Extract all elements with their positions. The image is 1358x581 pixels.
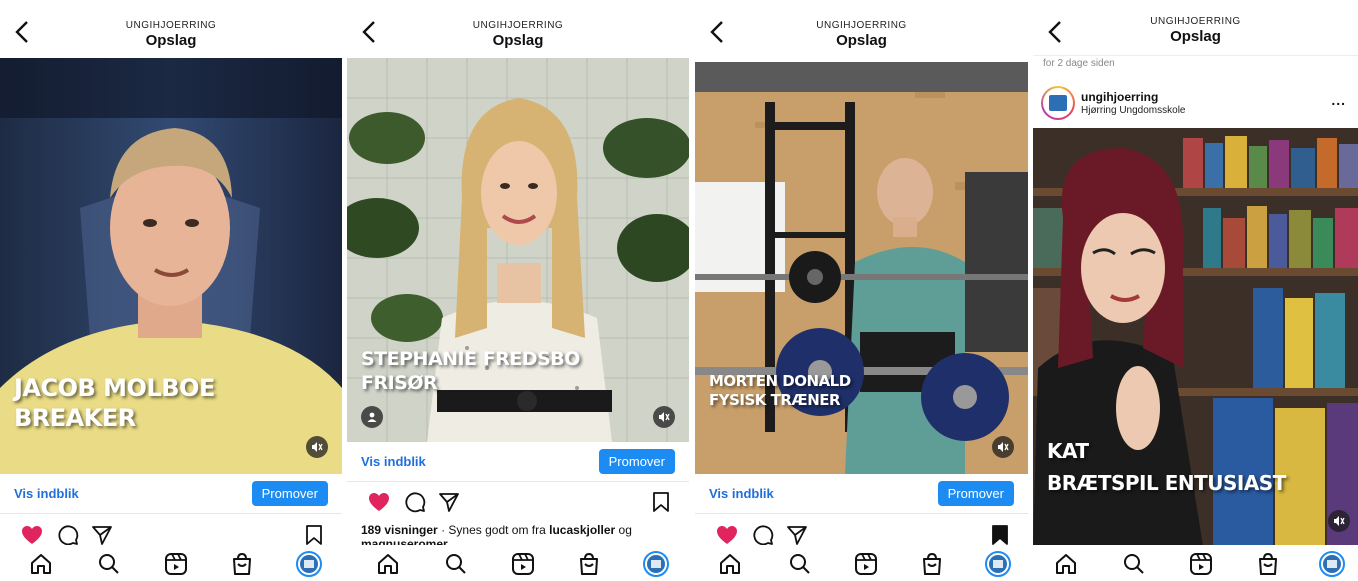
- insights-bar: Vis indblik Promover: [0, 474, 342, 514]
- search-icon[interactable]: [443, 551, 469, 577]
- account-name: UNGIHJOERRING: [125, 20, 217, 31]
- liker-link[interactable]: lucaskjoller: [549, 523, 615, 537]
- reel-video[interactable]: MORTEN DONALD FYSISK TRÆNER: [695, 62, 1028, 474]
- page-title: Opslag: [1170, 28, 1221, 45]
- bottom-nav: [695, 545, 1028, 581]
- caption-name: JACOB MOLBOE: [14, 374, 215, 402]
- more-icon[interactable]: ...: [1331, 92, 1346, 108]
- insights-bar: Vis indblik Promover: [347, 442, 689, 482]
- caption-name: STEPHANIE FREDSBO: [361, 348, 580, 370]
- view-insights-link[interactable]: Vis indblik: [709, 486, 774, 501]
- account-name: UNGIHJOERRING: [1150, 16, 1241, 27]
- page-title: Opslag: [836, 32, 887, 49]
- separator: ·: [441, 523, 446, 537]
- shop-icon[interactable]: [229, 551, 255, 577]
- home-icon[interactable]: [717, 551, 743, 577]
- shop-icon[interactable]: [1255, 551, 1281, 577]
- bottom-nav: [1033, 545, 1358, 581]
- reels-icon[interactable]: [1188, 551, 1214, 577]
- view-insights-link[interactable]: Vis indblik: [14, 486, 79, 501]
- post-panel-1: UNGIHJOERRING Opslag JACOB MOLBOE BREAKE…: [0, 0, 342, 581]
- bottom-nav: [0, 545, 342, 581]
- caption-name: KAT: [1047, 439, 1089, 463]
- post-panel-4: UNGIHJOERRING Opslag for 2 dage siden un…: [1033, 0, 1358, 581]
- reels-icon[interactable]: [853, 551, 879, 577]
- caption-role: FYSISK TRÆNER: [709, 390, 841, 409]
- post-panel-2: UNGIHJOERRING Opslag STEPHANIE FREDSBO F…: [347, 0, 689, 581]
- bookmark-icon[interactable]: [649, 490, 673, 514]
- bottom-nav: [347, 545, 689, 581]
- bookmark-icon[interactable]: [302, 523, 326, 547]
- comment-icon[interactable]: [56, 523, 80, 547]
- mute-icon[interactable]: [1328, 510, 1350, 532]
- account-name: UNGIHJOERRING: [472, 20, 564, 31]
- liker-joiner: og: [618, 523, 632, 537]
- username[interactable]: ungihjoerring: [1081, 90, 1158, 104]
- heart-icon[interactable]: [367, 490, 391, 514]
- profile-avatar-icon[interactable]: [296, 551, 322, 577]
- post-header: UNGIHJOERRING Opslag: [347, 0, 689, 56]
- profile-avatar-icon[interactable]: [643, 551, 669, 577]
- profile-avatar-icon[interactable]: [985, 551, 1011, 577]
- send-icon[interactable]: [437, 490, 461, 514]
- likes-prefix: Synes godt om fra: [448, 523, 546, 537]
- video-caption: KAT BRÆTSPIL ENTUSIAST: [1047, 435, 1286, 499]
- promote-button[interactable]: Promover: [937, 481, 1014, 506]
- promote-button[interactable]: Promover: [598, 449, 675, 474]
- timestamp: for 2 dage siden: [1043, 58, 1115, 69]
- heart-icon[interactable]: [20, 523, 44, 547]
- bookmark-icon[interactable]: [988, 523, 1012, 547]
- caption-name: MORTEN DONALD: [709, 372, 851, 390]
- page-title: Opslag: [492, 32, 544, 49]
- home-icon[interactable]: [375, 551, 401, 577]
- comment-icon[interactable]: [403, 490, 427, 514]
- caption-role: FRISØR: [361, 371, 438, 394]
- profile-avatar-icon[interactable]: [1041, 86, 1075, 120]
- reels-icon[interactable]: [163, 551, 189, 577]
- shop-icon[interactable]: [919, 551, 945, 577]
- user-tag-icon[interactable]: [361, 406, 383, 428]
- account-name: UNGIHJOERRING: [816, 20, 907, 31]
- search-icon[interactable]: [787, 551, 813, 577]
- video-caption: STEPHANIE FREDSBO FRISØR: [361, 348, 580, 396]
- post-header: UNGIHJOERRING Opslag: [1033, 0, 1358, 56]
- reel-video[interactable]: STEPHANIE FREDSBO FRISØR: [347, 58, 689, 442]
- mute-icon[interactable]: [992, 436, 1014, 458]
- insights-bar: Vis indblik Promover: [695, 474, 1028, 514]
- home-icon[interactable]: [1053, 551, 1079, 577]
- view-insights-link[interactable]: Vis indblik: [361, 454, 426, 469]
- video-frame: [695, 62, 1028, 474]
- reels-icon[interactable]: [510, 551, 536, 577]
- account-subtitle: Hjørring Ungdomsskole: [1081, 105, 1186, 116]
- comment-icon[interactable]: [751, 523, 775, 547]
- caption-role: BREAKER: [14, 404, 136, 432]
- views-count: 189 visninger: [361, 523, 438, 537]
- mute-icon[interactable]: [306, 436, 328, 458]
- reel-video[interactable]: KAT BRÆTSPIL ENTUSIAST: [1033, 128, 1358, 546]
- profile-avatar-icon[interactable]: [1319, 551, 1345, 577]
- home-icon[interactable]: [28, 551, 54, 577]
- post-header: UNGIHJOERRING Opslag: [0, 0, 342, 56]
- caption-role: BRÆTSPIL ENTUSIAST: [1047, 471, 1286, 495]
- send-icon[interactable]: [90, 523, 114, 547]
- search-icon[interactable]: [1121, 551, 1147, 577]
- video-caption: JACOB MOLBOE BREAKER: [14, 373, 215, 433]
- video-caption: MORTEN DONALD FYSISK TRÆNER: [709, 372, 851, 410]
- action-row: [347, 490, 689, 522]
- heart-icon[interactable]: [715, 523, 739, 547]
- post-panel-3: UNGIHJOERRING Opslag MORTEN DONALD FYSIS…: [695, 0, 1028, 581]
- search-icon[interactable]: [96, 551, 122, 577]
- mute-icon[interactable]: [653, 406, 675, 428]
- reel-video[interactable]: JACOB MOLBOE BREAKER: [0, 58, 342, 474]
- send-icon[interactable]: [785, 523, 809, 547]
- post-author-row: ungihjoerring Hjørring Ungdomsskole ...: [1033, 84, 1358, 128]
- shop-icon[interactable]: [576, 551, 602, 577]
- post-header: UNGIHJOERRING Opslag: [695, 0, 1028, 56]
- promote-button[interactable]: Promover: [251, 481, 328, 506]
- page-title: Opslag: [145, 32, 197, 49]
